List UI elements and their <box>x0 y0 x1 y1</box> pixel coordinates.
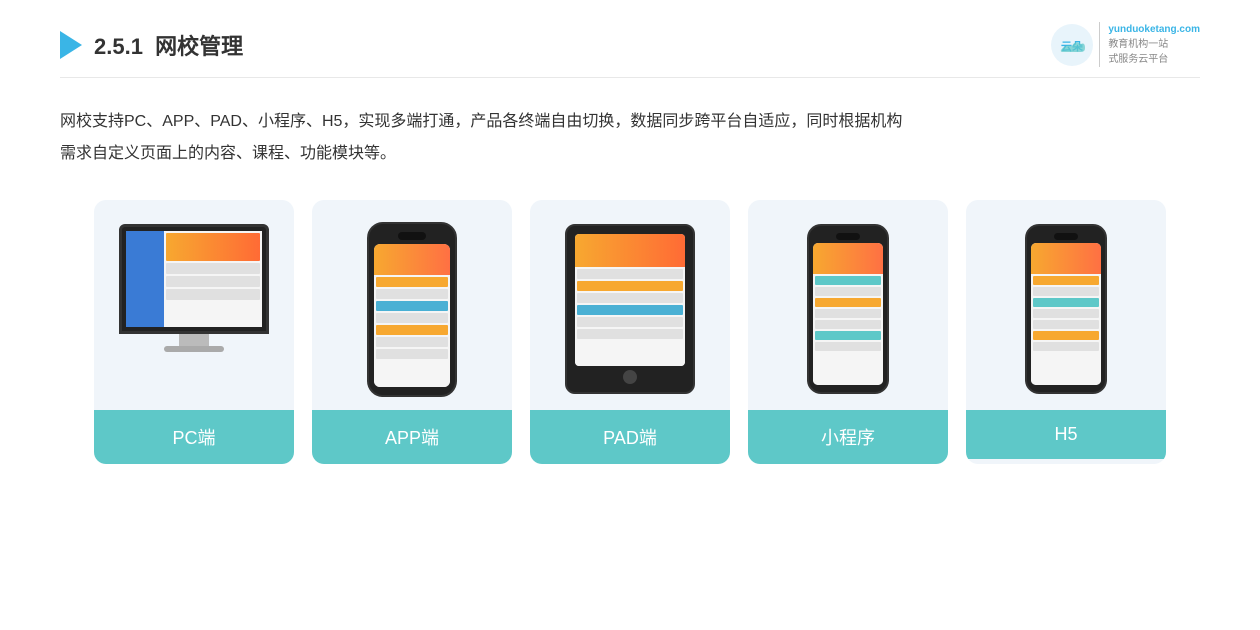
description-line1: 网校支持PC、APP、PAD、小程序、H5，实现多端打通，产品各终端自由切换，数… <box>60 106 1200 138</box>
miniapp-screen-body <box>813 274 883 385</box>
miniapp-screen <box>813 243 883 385</box>
pad-row4 <box>577 305 683 315</box>
mini-row1 <box>815 276 881 285</box>
pc-row1 <box>166 263 260 274</box>
pc-screen-outer <box>119 224 269 334</box>
pc-image <box>94 200 294 410</box>
h5-screen-header <box>1031 243 1101 274</box>
pad-image <box>530 200 730 410</box>
logo-triangle-icon <box>60 31 82 59</box>
device-cards-section: PC端 <box>60 200 1200 464</box>
h5-row7 <box>1033 342 1099 351</box>
pc-label: PC端 <box>94 410 294 464</box>
pad-home-button <box>623 370 637 384</box>
pc-row3 <box>166 289 260 300</box>
h5-row3 <box>1033 298 1099 307</box>
h5-phone-mockup <box>1025 224 1107 394</box>
h5-row5 <box>1033 320 1099 329</box>
phone-row1 <box>376 277 448 287</box>
phone-notch <box>398 232 426 240</box>
phone-row6 <box>376 337 448 347</box>
pad-row3 <box>577 293 683 303</box>
phone-row5 <box>376 325 448 335</box>
h5-notch <box>1054 233 1078 240</box>
phone-row3 <box>376 301 448 311</box>
app-label: APP端 <box>312 410 512 464</box>
h5-label: H5 <box>966 410 1166 459</box>
miniapp-image <box>748 200 948 410</box>
title-bold: 网校管理 <box>155 34 243 59</box>
h5-row4 <box>1033 309 1099 318</box>
miniapp-notch <box>836 233 860 240</box>
description-block: 网校支持PC、APP、PAD、小程序、H5，实现多端打通，产品各终端自由切换，数… <box>60 106 1200 170</box>
device-card-app: APP端 <box>312 200 512 464</box>
pc-main-mock <box>164 231 262 327</box>
pad-screen-body <box>575 267 685 366</box>
phone-screen-body <box>374 275 450 387</box>
h5-screen <box>1031 243 1101 385</box>
header: 2.5.1 网校管理 云朵 yunduoketang.com 教育机构一站 式服… <box>60 0 1200 78</box>
phone-row2 <box>376 289 448 299</box>
h5-row6 <box>1033 331 1099 340</box>
description-line2: 需求自定义页面上的内容、课程、功能模块等。 <box>60 138 1200 170</box>
brand-service-text: 教育机构一站 式服务云平台 <box>1108 37 1200 67</box>
phone-screen-header <box>374 244 450 275</box>
header-left: 2.5.1 网校管理 <box>60 29 243 61</box>
pad-row2 <box>577 281 683 291</box>
pc-screen-content <box>126 231 262 327</box>
pad-row5 <box>577 317 683 327</box>
brand-tagline: yunduoketang.com 教育机构一站 式服务云平台 <box>1099 22 1200 67</box>
phone-screen <box>374 244 450 387</box>
section-number: 2.5.1 <box>94 34 143 59</box>
mini-row7 <box>815 342 881 351</box>
phone-row7 <box>376 349 448 359</box>
device-card-miniapp: 小程序 <box>748 200 948 464</box>
miniapp-label: 小程序 <box>748 410 948 464</box>
brand-cloud-icon: 云朵 <box>1051 24 1093 66</box>
h5-screen-body <box>1031 274 1101 385</box>
pad-screen <box>575 234 685 366</box>
device-card-pad: PAD端 <box>530 200 730 464</box>
page-container: 2.5.1 网校管理 云朵 yunduoketang.com 教育机构一站 式服… <box>0 0 1260 630</box>
pad-mockup <box>565 224 695 394</box>
pad-label: PAD端 <box>530 410 730 464</box>
miniapp-screen-header <box>813 243 883 274</box>
pc-base <box>164 346 224 352</box>
pc-row2 <box>166 276 260 287</box>
pc-mockup <box>114 224 274 394</box>
h5-row2 <box>1033 287 1099 296</box>
miniapp-phone-mockup <box>807 224 889 394</box>
pc-sidebar-mock <box>126 231 164 327</box>
pc-banner-mock <box>166 233 260 261</box>
app-image <box>312 200 512 410</box>
pc-stand <box>179 334 209 346</box>
mini-row5 <box>815 320 881 329</box>
pad-row1 <box>577 269 683 279</box>
pad-screen-header <box>575 234 685 267</box>
mini-row4 <box>815 309 881 318</box>
pad-row6 <box>577 329 683 339</box>
device-card-pc: PC端 <box>94 200 294 464</box>
h5-image <box>966 200 1166 410</box>
mini-row3 <box>815 298 881 307</box>
mini-row2 <box>815 287 881 296</box>
page-title: 2.5.1 网校管理 <box>94 29 243 61</box>
mini-row6 <box>815 331 881 340</box>
app-phone-mockup <box>367 222 457 397</box>
brand-logo: 云朵 yunduoketang.com 教育机构一站 式服务云平台 <box>1051 22 1200 67</box>
phone-row4 <box>376 313 448 323</box>
h5-row1 <box>1033 276 1099 285</box>
device-card-h5: H5 <box>966 200 1166 464</box>
